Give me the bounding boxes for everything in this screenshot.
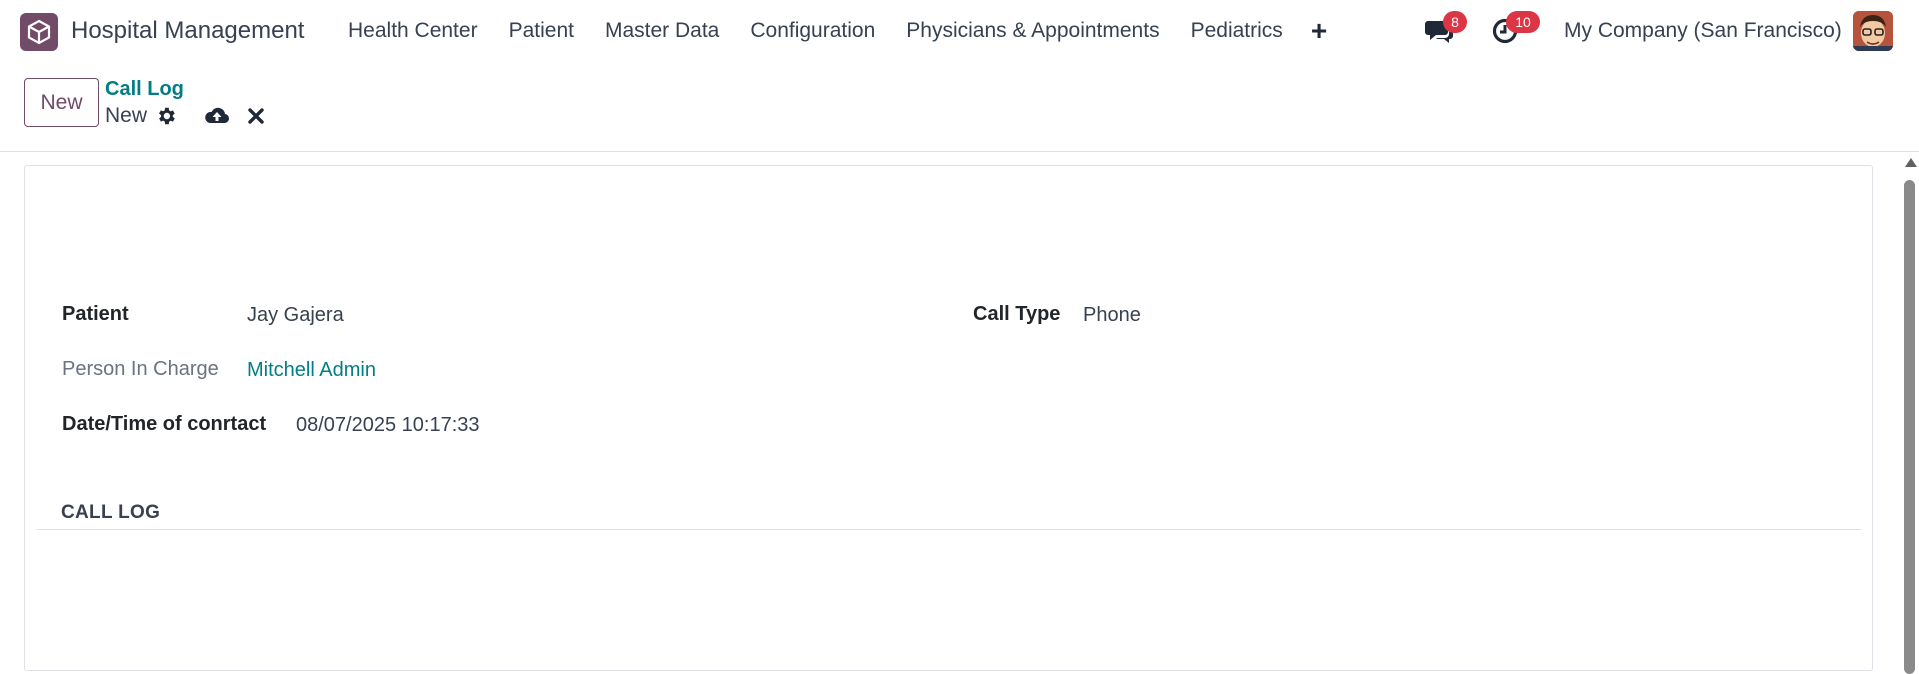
new-button[interactable]: New [24, 78, 99, 127]
call-type-field[interactable]: Phone [1083, 304, 1141, 327]
plus-icon[interactable]: + [1307, 14, 1331, 48]
datetime-contact-label: Date/Time of conrtact [62, 413, 267, 435]
form-sheet: Patient Jay Gajera Person In Charge Mitc… [24, 165, 1873, 671]
patient-label: Patient [62, 303, 129, 325]
main-menu: Health Center Patient Master Data Config… [348, 19, 1314, 43]
top-navbar: Hospital Management Health Center Patien… [0, 0, 1919, 62]
patient-field[interactable]: Jay Gajera [247, 304, 344, 327]
scroll-up-arrow-icon[interactable] [1905, 158, 1917, 167]
menu-configuration[interactable]: Configuration [750, 19, 875, 43]
gear-icon[interactable] [155, 105, 177, 127]
menu-master-data[interactable]: Master Data [605, 19, 719, 43]
user-avatar[interactable] [1853, 11, 1893, 51]
call-type-label: Call Type [973, 303, 1061, 325]
record-name: New [105, 104, 148, 127]
form-view: Patient Jay Gajera Person In Charge Mitc… [0, 152, 1900, 674]
control-panel: New Call Log New [0, 62, 1919, 152]
discard-close-icon[interactable] [246, 105, 266, 127]
call-log-section-title: CALL LOG [61, 502, 161, 523]
menu-physicians-appointments[interactable]: Physicians & Appointments [906, 19, 1159, 43]
activities-count-badge: 10 [1506, 11, 1540, 33]
scrollbar[interactable] [1900, 152, 1919, 674]
person-in-charge-field[interactable]: Mitchell Admin [247, 359, 376, 382]
app-menu-icon[interactable] [20, 13, 58, 51]
menu-pediatrics[interactable]: Pediatrics [1191, 19, 1283, 43]
menu-health-center[interactable]: Health Center [348, 19, 478, 43]
datetime-contact-field[interactable]: 08/07/2025 10:17:33 [296, 414, 480, 437]
company-switcher[interactable]: My Company (San Francisco) [1564, 19, 1842, 43]
person-in-charge-label: Person In Charge [62, 358, 219, 380]
section-divider [37, 529, 1861, 530]
breadcrumb-call-log[interactable]: Call Log [105, 78, 184, 101]
scrollbar-thumb[interactable] [1904, 180, 1915, 674]
app-name[interactable]: Hospital Management [71, 17, 304, 45]
save-cloud-icon[interactable] [204, 104, 230, 128]
messages-count-badge: 8 [1443, 11, 1467, 33]
menu-patient[interactable]: Patient [509, 19, 574, 43]
